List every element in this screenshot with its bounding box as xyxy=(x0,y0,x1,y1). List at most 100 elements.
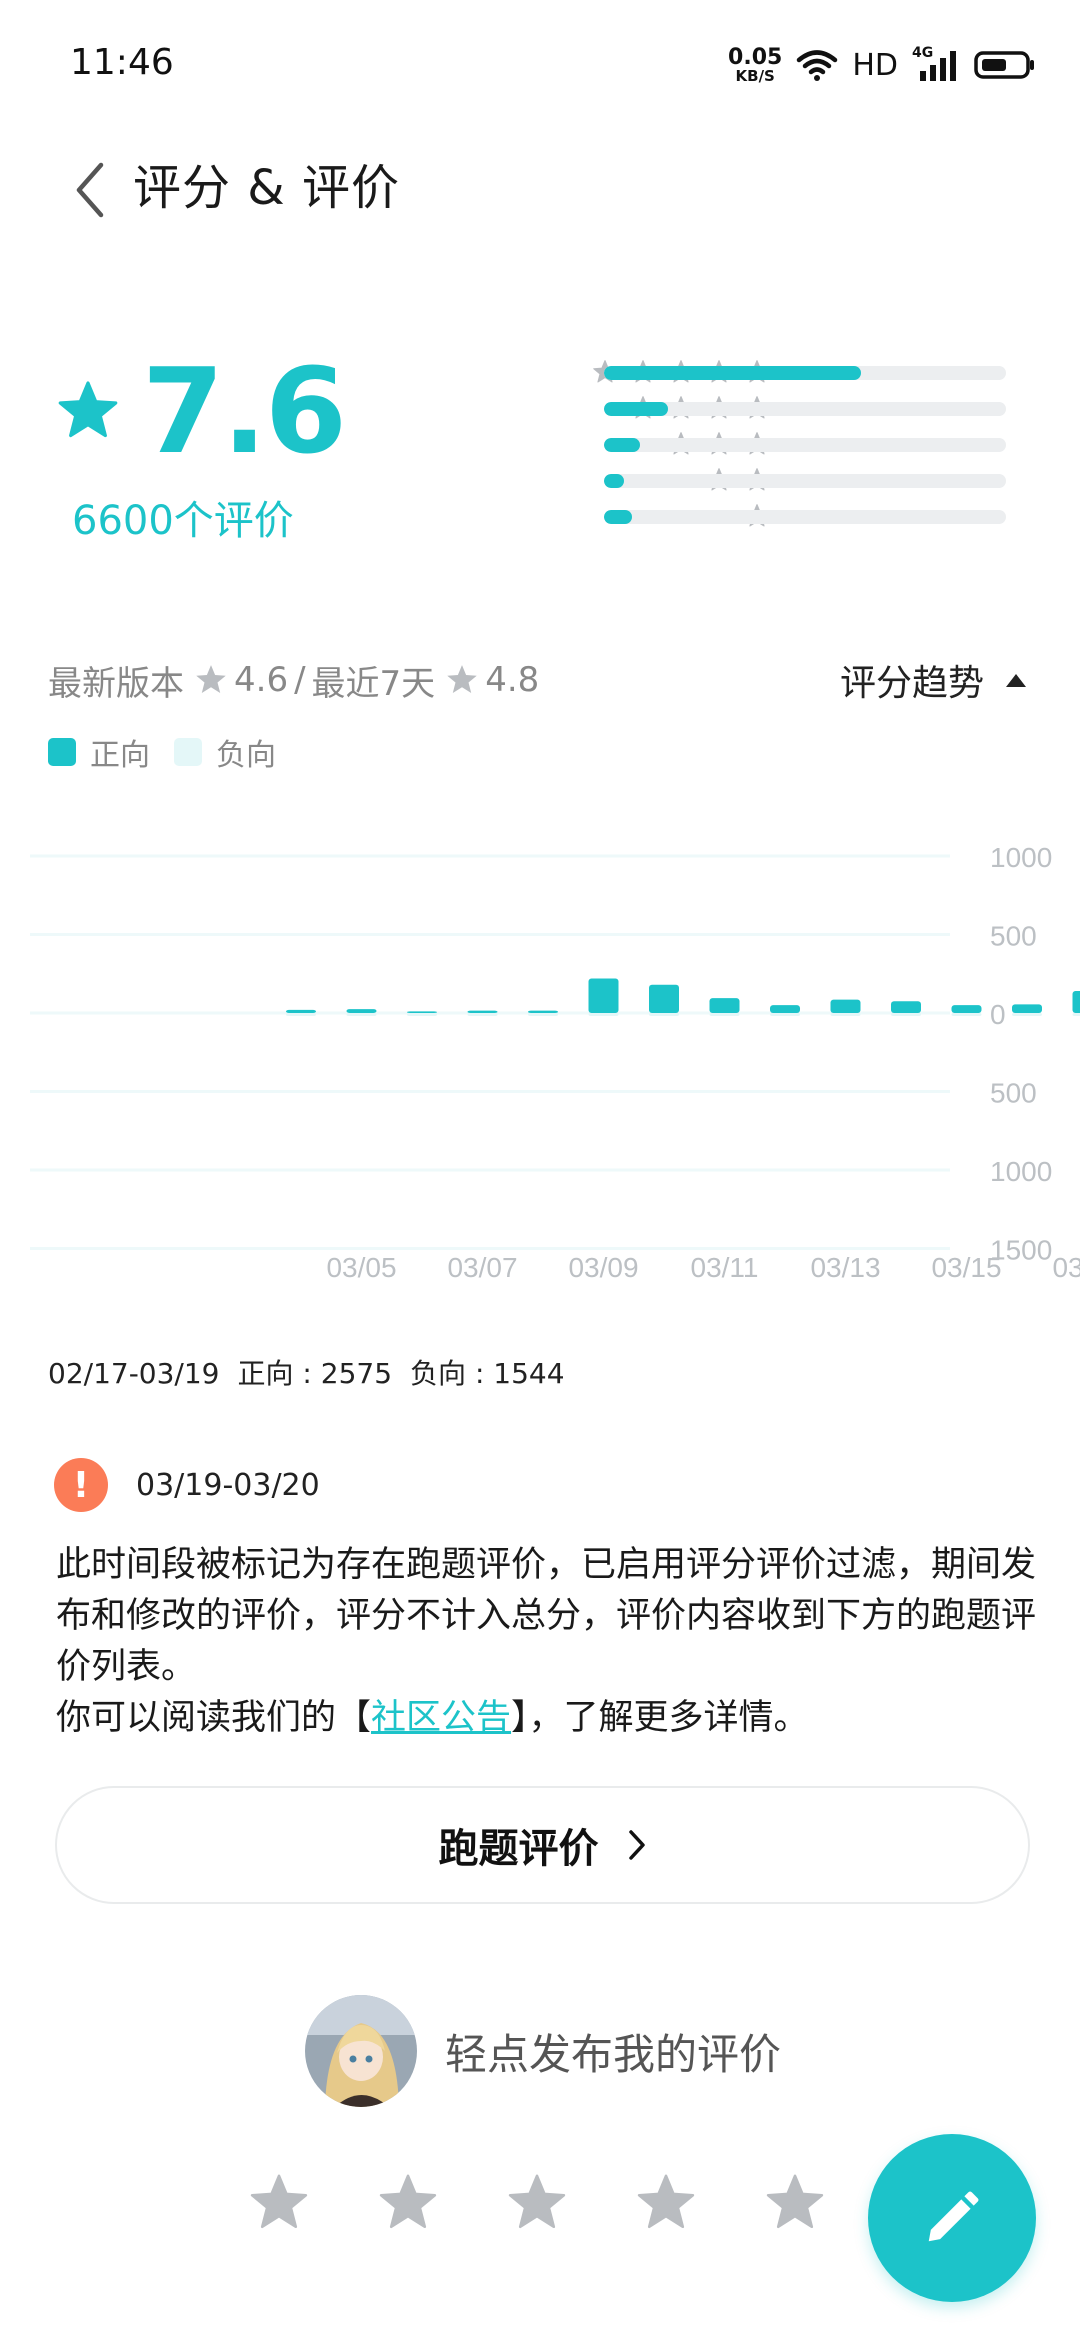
y-tick-label: 500 xyxy=(990,921,1037,952)
average-score: 7.6 xyxy=(142,342,347,480)
positive-bar xyxy=(467,1010,498,1013)
write-review-fab[interactable] xyxy=(868,2134,1036,2302)
star-icon xyxy=(379,2174,437,2229)
version-separator: / xyxy=(294,660,306,700)
positive-bar xyxy=(951,1005,982,1013)
period-negative-value: 1544 xyxy=(493,1357,565,1390)
chevron-left-icon xyxy=(76,162,104,218)
positive-bar xyxy=(407,1011,437,1013)
star-icon xyxy=(447,665,477,694)
star-icon xyxy=(196,665,226,694)
rating-trend-label: 评分趋势 xyxy=(839,663,984,704)
negative-bar xyxy=(528,1013,558,1016)
notice-read-suffix: 】，了解更多详情。 xyxy=(511,1698,809,1738)
distribution-bar-fill xyxy=(604,402,669,416)
distribution-row-5-star xyxy=(380,355,1030,391)
offtopic-reviews-button[interactable]: 跑题评价 xyxy=(55,1786,1030,1904)
rate-star-3[interactable] xyxy=(506,2172,568,2234)
period-positive-colon: : xyxy=(302,1357,312,1390)
negative-bar xyxy=(286,1013,316,1016)
version-scores: 最新版本 4.6 / 最近7天 4.8 评分趋势 xyxy=(48,652,1028,708)
legend-swatch-positive xyxy=(48,738,76,766)
positive-bar xyxy=(649,984,679,1013)
notice-read-more: 你可以阅读我们的【社区公告】，了解更多详情。 xyxy=(56,1693,1036,1744)
y-tick-label: 1000 xyxy=(990,1156,1052,1187)
y-tick-label: 1000 xyxy=(990,842,1052,873)
x-tick-label: 03/07 xyxy=(447,1252,517,1283)
back-button[interactable] xyxy=(60,150,120,230)
rate-star-4[interactable] xyxy=(635,2172,697,2234)
notice-text: 此时间段被标记为存在跑题评价，已启用评分评价过滤，期间发布和修改的评价，评分不计… xyxy=(56,1545,1037,1687)
negative-bar xyxy=(407,1013,437,1016)
battery-icon xyxy=(974,51,1034,79)
triangle-up-icon xyxy=(1006,673,1026,687)
x-tick-label: 03/05 xyxy=(326,1252,396,1283)
legend-positive: 正向 xyxy=(48,730,150,774)
status-indicators: 0.05 KB/S HD 4G xyxy=(728,40,1036,90)
rate-stars xyxy=(248,2172,826,2234)
distribution-row-1-star xyxy=(380,499,1030,535)
rating-trend-chart: 100050005001000150003/05 03/07 03/09 03/11 0… xyxy=(30,842,1080,1283)
negative-bar xyxy=(1012,1013,1042,1016)
period-negative-label: 负向 xyxy=(410,1357,467,1390)
x-tick-label: 03/13 xyxy=(810,1252,880,1283)
negative-bar xyxy=(830,1013,861,1016)
legend-negative: 负向 xyxy=(174,730,276,774)
negative-bar xyxy=(346,1013,377,1016)
notice-read-prefix: 你可以阅读我们的【 xyxy=(56,1698,372,1738)
distribution-bar-track xyxy=(604,474,1006,488)
distribution-bar-fill xyxy=(604,510,633,524)
rate-star-5[interactable] xyxy=(764,2172,826,2234)
notice-body: 此时间段被标记为存在跑题评价，已启用评分评价过滤，期间发布和修改的评价，评分不计… xyxy=(56,1540,1036,1744)
negative-bar xyxy=(588,1013,619,1016)
star-icon xyxy=(58,381,118,438)
recent-7d-score: 4.8 xyxy=(485,660,540,700)
status-bar: 11:46 0.05 KB/S HD 4G xyxy=(0,0,1080,130)
star-icon xyxy=(637,2174,695,2229)
negative-bar xyxy=(1072,1013,1080,1016)
latest-version-label: 最新版本 xyxy=(48,663,184,704)
status-time: 11:46 xyxy=(70,42,174,83)
chevron-right-icon xyxy=(628,1830,645,1860)
star-icon xyxy=(766,2174,824,2229)
community-announcement-link[interactable]: 社区公告 xyxy=(371,1698,511,1738)
write-review-prompt[interactable]: 轻点发布我的评价 xyxy=(305,1995,781,2107)
positive-bar xyxy=(528,1010,558,1013)
rating-trend-toggle[interactable]: 评分趋势 xyxy=(840,652,1026,708)
alert-icon: ! xyxy=(54,1458,108,1512)
wifi-icon xyxy=(797,50,838,81)
pencil-icon xyxy=(928,2191,979,2242)
period-positive-value: 2575 xyxy=(320,1357,393,1390)
star-icon xyxy=(508,2174,566,2229)
score-block: 7.6 6600个评价 xyxy=(56,352,356,546)
period-positive-label: 正向 xyxy=(237,1357,294,1390)
rate-star-2[interactable] xyxy=(377,2172,439,2234)
net-speed-value: 0.05 xyxy=(728,44,783,70)
positive-bar xyxy=(709,998,740,1013)
x-tick-label: 03/11 xyxy=(691,1252,759,1283)
star-icon xyxy=(250,2174,308,2229)
negative-bar xyxy=(770,1013,800,1016)
positive-bar xyxy=(891,1001,921,1013)
network-type: 4G xyxy=(912,45,934,61)
negative-bar xyxy=(891,1013,921,1016)
distribution-bar-fill xyxy=(604,474,625,488)
x-tick-label: 03/15 xyxy=(931,1252,1001,1283)
negative-bar xyxy=(951,1013,982,1016)
hd-indicator: HD xyxy=(852,47,898,83)
net-speed: 0.05 KB/S xyxy=(728,44,783,84)
period-positive: 正向 : 2575 xyxy=(238,1357,393,1390)
y-tick-label: 0 xyxy=(990,999,1006,1030)
review-count: 6600个评价 xyxy=(72,498,294,544)
period-range: 02/17-03/19 xyxy=(48,1357,220,1390)
notice-date-range: 03/19-03/20 xyxy=(136,1467,320,1503)
chart-legend: 正向 负向 xyxy=(48,730,300,774)
positive-bar xyxy=(286,1009,316,1013)
period-summary: 02/17-03/19 正向 : 2575 负向 : 1544 xyxy=(48,1352,583,1392)
y-tick-label: 500 xyxy=(990,1078,1037,1109)
rate-star-1[interactable] xyxy=(248,2172,310,2234)
distribution-row-4-star xyxy=(380,391,1030,427)
distribution-row-2-star xyxy=(380,463,1030,499)
positive-bar xyxy=(830,999,861,1013)
distribution-bar-track xyxy=(604,438,1006,452)
